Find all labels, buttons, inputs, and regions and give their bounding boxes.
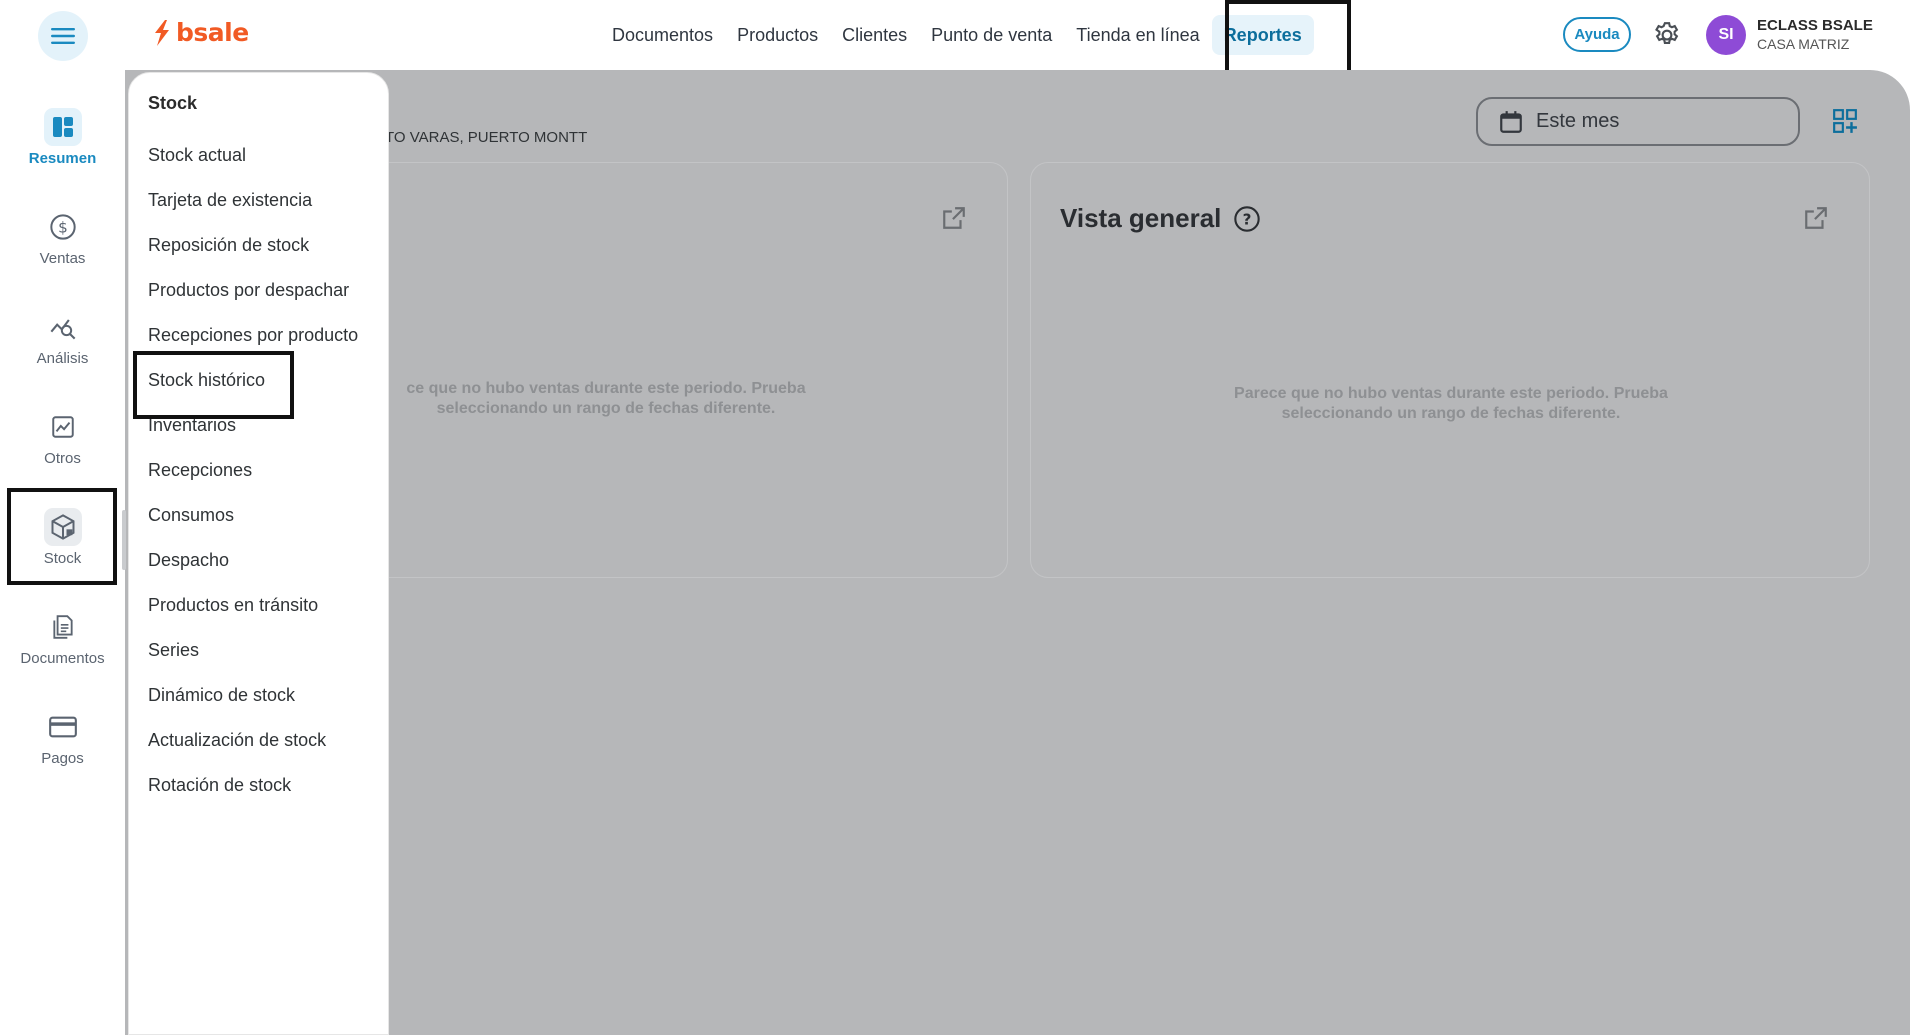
scrollbar[interactable] xyxy=(122,510,126,570)
menu-button[interactable] xyxy=(38,11,88,61)
calendar-icon xyxy=(1500,110,1522,133)
menu-item-tarjeta-de-existencia[interactable]: Tarjeta de existencia xyxy=(148,190,312,211)
nav-clientes[interactable]: Clientes xyxy=(830,15,919,55)
nav-tienda-en-linea[interactable]: Tienda en línea xyxy=(1064,15,1211,55)
rail-label-ventas: Ventas xyxy=(39,250,86,267)
menu-item-rotacion-de-stock[interactable]: Rotación de stock xyxy=(148,775,291,796)
menu-item-consumos[interactable]: Consumos xyxy=(148,505,234,526)
rail-label-analisis: Análisis xyxy=(36,350,89,367)
card-icon xyxy=(44,708,82,746)
company-selector[interactable]: ECLASS BSALE CASA MATRIZ xyxy=(1757,16,1873,54)
breadcrumb: TO VARAS, PUERTO MONTT xyxy=(385,129,588,146)
analytics-icon xyxy=(44,308,82,346)
nav-documentos[interactable]: Documentos xyxy=(600,15,725,55)
menu-item-reposicion-de-stock[interactable]: Reposición de stock xyxy=(148,235,309,256)
menu-item-despacho[interactable]: Despacho xyxy=(148,550,229,571)
stock-menu-panel: Stock Stock actual Tarjeta de existencia… xyxy=(128,72,389,1035)
settings-button[interactable] xyxy=(1652,20,1682,55)
open-external-button[interactable] xyxy=(941,205,967,236)
chart-trend-icon xyxy=(44,408,82,446)
add-widget-button[interactable] xyxy=(1832,108,1858,139)
empty-text-line2: seleccionando un rango de fechas diferen… xyxy=(1281,405,1621,422)
help-button[interactable]: Ayuda xyxy=(1563,17,1631,52)
empty-state-right: Parece que no hubo ventas durante este p… xyxy=(1031,384,1871,424)
logo-text: bsale xyxy=(176,18,249,47)
menu-item-recepciones-por-producto[interactable]: Recepciones por producto xyxy=(148,325,358,346)
bsale-logo[interactable]: bsale xyxy=(152,18,249,47)
svg-text:$: $ xyxy=(58,218,68,236)
bolt-icon xyxy=(155,19,169,46)
documents-icon xyxy=(44,608,82,646)
card-left: ce que no hubo ventas durante este perio… xyxy=(370,162,1008,578)
branch-name: CASA MATRIZ xyxy=(1757,36,1850,52)
rail-label-resumen: Resumen xyxy=(28,150,97,167)
card-vista-general: Vista general ? Parece que no hubo venta… xyxy=(1030,162,1870,578)
panel-title: Stock xyxy=(148,93,198,113)
card-title: Vista general ? xyxy=(1060,203,1261,234)
open-external-button[interactable] xyxy=(1803,205,1829,236)
card-title-text: Vista general xyxy=(1060,203,1222,233)
highlight-reportes xyxy=(1225,0,1351,78)
empty-text-line2: seleccionando un rango de fechas diferen… xyxy=(436,400,776,417)
avatar[interactable]: SI xyxy=(1706,15,1746,55)
rail-item-pagos[interactable]: Pagos xyxy=(0,708,125,767)
rail-label-otros: Otros xyxy=(44,450,81,467)
rail-item-otros[interactable]: Otros xyxy=(0,408,125,467)
rail-item-documentos[interactable]: Documentos xyxy=(0,608,125,667)
top-bar: bsale Documentos Productos Clientes Punt… xyxy=(0,0,1910,78)
menu-item-productos-en-transito[interactable]: Productos en tránsito xyxy=(148,595,318,616)
open-external-icon xyxy=(943,207,965,229)
rail-label-documentos: Documentos xyxy=(20,650,105,667)
gear-icon xyxy=(1655,22,1679,44)
dashboard-icon xyxy=(43,108,82,146)
date-filter-label: Este mes xyxy=(1536,110,1620,132)
rail-label-pagos: Pagos xyxy=(41,750,84,767)
highlight-stock-historico xyxy=(133,351,294,419)
svg-text:?: ? xyxy=(1243,210,1252,228)
rail-item-resumen[interactable]: Resumen xyxy=(0,108,125,167)
nav-punto-de-venta[interactable]: Punto de venta xyxy=(919,15,1064,55)
rail-item-analisis[interactable]: Análisis xyxy=(0,308,125,367)
menu-item-stock-actual[interactable]: Stock actual xyxy=(148,145,246,166)
highlight-stock xyxy=(7,488,117,585)
menu-item-recepciones[interactable]: Recepciones xyxy=(148,460,252,481)
nav-productos[interactable]: Productos xyxy=(725,15,830,55)
dollar-icon: $ xyxy=(44,208,82,246)
menu-item-dinamico-de-stock[interactable]: Dinámico de stock xyxy=(148,685,295,706)
empty-text-line1: ce que no hubo ventas durante este perio… xyxy=(406,380,806,397)
menu-item-series[interactable]: Series xyxy=(148,640,199,661)
rail-item-ventas[interactable]: $ Ventas xyxy=(0,208,125,267)
date-filter[interactable]: Este mes xyxy=(1476,97,1800,146)
menu-item-actualizacion-de-stock[interactable]: Actualización de stock xyxy=(148,730,326,751)
company-name: ECLASS BSALE xyxy=(1757,17,1873,34)
top-navigation: Documentos Productos Clientes Punto de v… xyxy=(600,0,1314,70)
menu-item-productos-por-despachar[interactable]: Productos por despachar xyxy=(148,280,349,301)
help-circle-icon[interactable]: ? xyxy=(1233,205,1261,233)
open-external-icon xyxy=(1805,207,1827,229)
empty-text-line1: Parece que no hubo ventas durante este p… xyxy=(1234,385,1668,402)
empty-state-left: ce que no hubo ventas durante este perio… xyxy=(371,379,841,419)
grid-add-icon xyxy=(1833,109,1857,133)
hamburger-icon xyxy=(51,28,75,44)
